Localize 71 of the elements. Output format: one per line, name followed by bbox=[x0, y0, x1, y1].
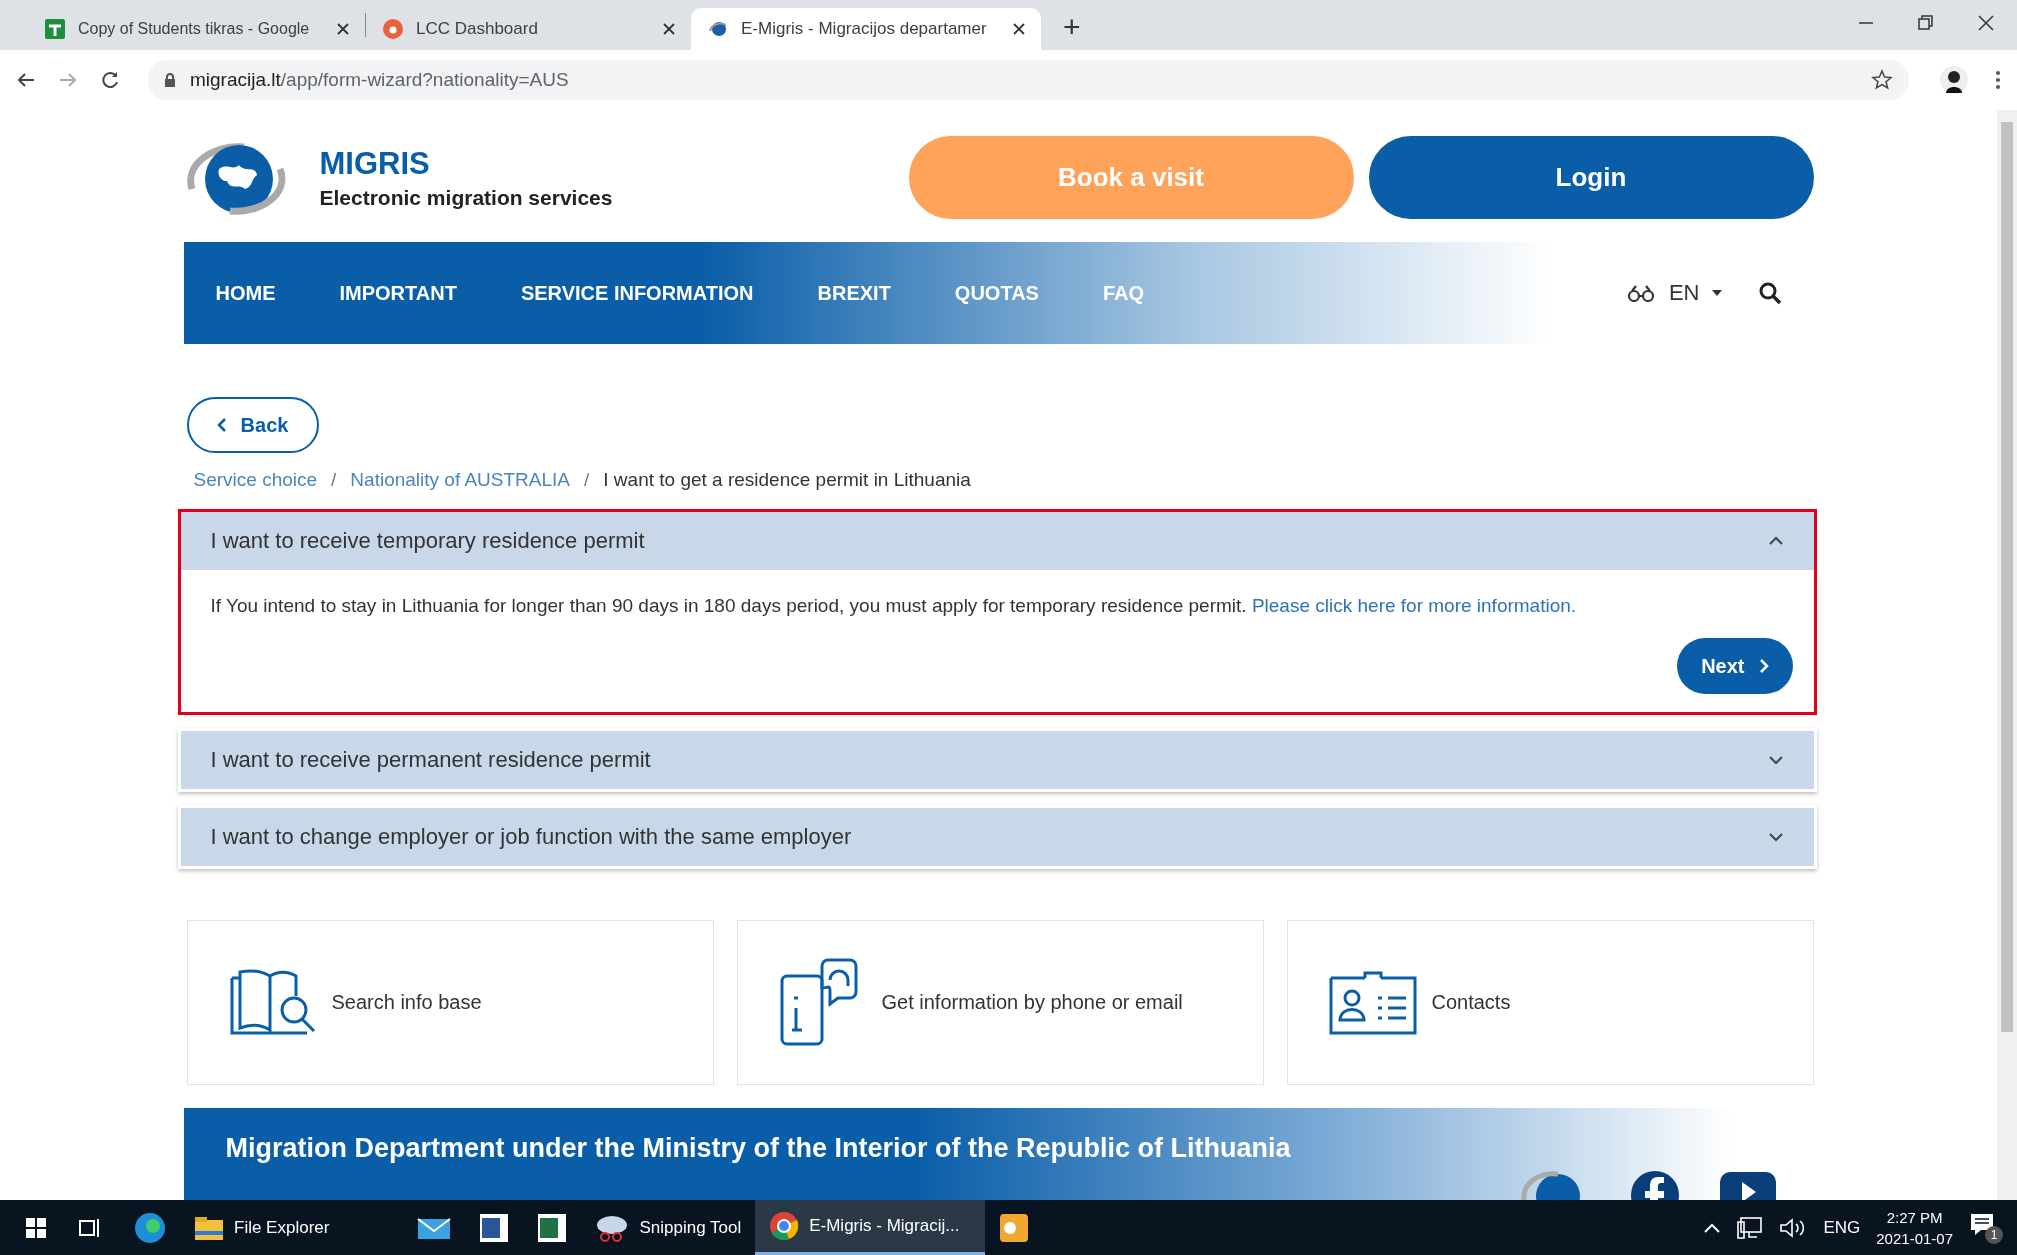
footer-title: Migration Department under the Ministry of the Interior of the Republic of Lithuania bbox=[225, 1133, 1292, 1164]
caret-icon bbox=[1711, 290, 1722, 296]
breadcrumb-separator: / bbox=[331, 469, 337, 491]
site-icon bbox=[382, 18, 404, 40]
back-button[interactable]: Back bbox=[186, 397, 319, 453]
info-card[interactable]: Get information by phone or email bbox=[736, 920, 1264, 1085]
tab-title: Copy of Students tikras - Google bbox=[78, 20, 311, 38]
language-selector[interactable]: EN bbox=[1668, 280, 1722, 306]
chevron-down-icon bbox=[1767, 755, 1784, 765]
nav-link[interactable]: HOME bbox=[215, 281, 276, 305]
info-card[interactable]: Contacts bbox=[1286, 920, 1814, 1085]
info-link[interactable]: Please click here for more information. bbox=[1251, 595, 1577, 616]
tab-title: LCC Dashboard bbox=[416, 19, 539, 39]
glasses-icon[interactable] bbox=[1626, 284, 1655, 302]
breadcrumb-link[interactable]: Service choice bbox=[193, 469, 318, 491]
url-text: migracija.lt/app/form-wizard?nationality=AUS bbox=[190, 69, 569, 91]
taskbar-item[interactable]: File Explorer bbox=[180, 1200, 344, 1255]
scrollbar[interactable] bbox=[1997, 110, 2017, 1200]
chrome-browser-icon bbox=[769, 1211, 800, 1241]
word-document-icon bbox=[479, 1212, 510, 1243]
card-label: Get information by phone or email bbox=[881, 991, 1183, 1014]
taskbar-item[interactable]: E-Migris - Migracij... bbox=[755, 1200, 986, 1255]
nav-link[interactable]: IMPORTANT bbox=[339, 281, 457, 305]
close-icon[interactable] bbox=[1977, 14, 1995, 32]
brand-subtitle: Electronic migration services bbox=[319, 185, 613, 210]
menu-icon[interactable] bbox=[1995, 69, 2001, 91]
nav-link[interactable]: BREXIT bbox=[817, 281, 891, 305]
chevron-up-icon[interactable] bbox=[1703, 1221, 1722, 1234]
star-icon[interactable] bbox=[1871, 69, 1893, 91]
login-button[interactable]: Login bbox=[1368, 136, 1814, 219]
description-text: If You intend to stay in Lithuania for longer than 90 days in 180 days period, you must apply for temporary residence permit. Please click here for more information. bbox=[210, 594, 1578, 618]
brand-title: MIGRIS bbox=[319, 145, 431, 182]
search-icon[interactable] bbox=[1757, 281, 1782, 305]
chevron-left-icon bbox=[216, 417, 227, 433]
tab-title: E-Migris - Migracijos departamer bbox=[741, 19, 988, 39]
breadcrumb-separator: / bbox=[584, 469, 590, 491]
accordion-header[interactable]: I want to receive permanent residence permit bbox=[180, 731, 1814, 789]
address-bar[interactable]: migracija.lt/app/form-wizard?nationality=AUS bbox=[148, 60, 1909, 100]
lock-icon bbox=[164, 72, 176, 88]
network-icon[interactable] bbox=[1737, 1215, 1764, 1240]
close-tab-icon[interactable] bbox=[1013, 23, 1025, 35]
mail-app-icon bbox=[999, 1212, 1030, 1243]
language-indicator[interactable]: ENG bbox=[1823, 1217, 1861, 1238]
card-label: Search info base bbox=[331, 991, 482, 1014]
clock[interactable]: 2:27 PM 2021-01-07 bbox=[1876, 1206, 1953, 1249]
browser-tab[interactable]: Copy of Students tikras - Google bbox=[28, 8, 365, 50]
accordion-header[interactable]: I want to change employer or job function with the same employer bbox=[180, 808, 1814, 866]
avatar-icon[interactable] bbox=[1939, 65, 1969, 95]
breadcrumb-current: I want to get a residence permit in Lithuania bbox=[603, 469, 971, 491]
chevron-down-icon bbox=[1767, 832, 1784, 842]
breadcrumb-link[interactable]: Nationality of AUSTRALIA bbox=[350, 469, 570, 491]
restore-icon[interactable] bbox=[1917, 14, 1935, 32]
nav-link[interactable]: SERVICE INFORMATION bbox=[520, 281, 754, 305]
taskbar-item[interactable]: Snipping Tool bbox=[581, 1200, 756, 1255]
spreadsheet-icon bbox=[44, 18, 66, 40]
contact-card-icon bbox=[1327, 969, 1418, 1036]
browser-tab[interactable]: E-Migris - Migracijos departamer bbox=[691, 8, 1041, 50]
video-play-icon[interactable] bbox=[1719, 1170, 1776, 1200]
accordion-header[interactable]: I want to receive temporary residence permit bbox=[180, 512, 1814, 570]
card-label: Contacts bbox=[1431, 991, 1511, 1014]
reload-icon[interactable] bbox=[100, 70, 120, 90]
info-card[interactable]: Search info base bbox=[186, 920, 714, 1085]
next-button[interactable]: Next bbox=[1677, 638, 1793, 694]
close-tab-icon[interactable] bbox=[663, 23, 675, 35]
folder-icon bbox=[194, 1214, 224, 1241]
chevron-up-icon bbox=[1767, 536, 1784, 546]
chevron-right-icon bbox=[1758, 658, 1769, 674]
new-tab-button[interactable]: + bbox=[1055, 10, 1089, 44]
spreadsheet-icon bbox=[537, 1212, 568, 1243]
close-tab-icon[interactable] bbox=[337, 23, 349, 35]
browser-tab[interactable]: LCC Dashboard bbox=[366, 8, 691, 50]
